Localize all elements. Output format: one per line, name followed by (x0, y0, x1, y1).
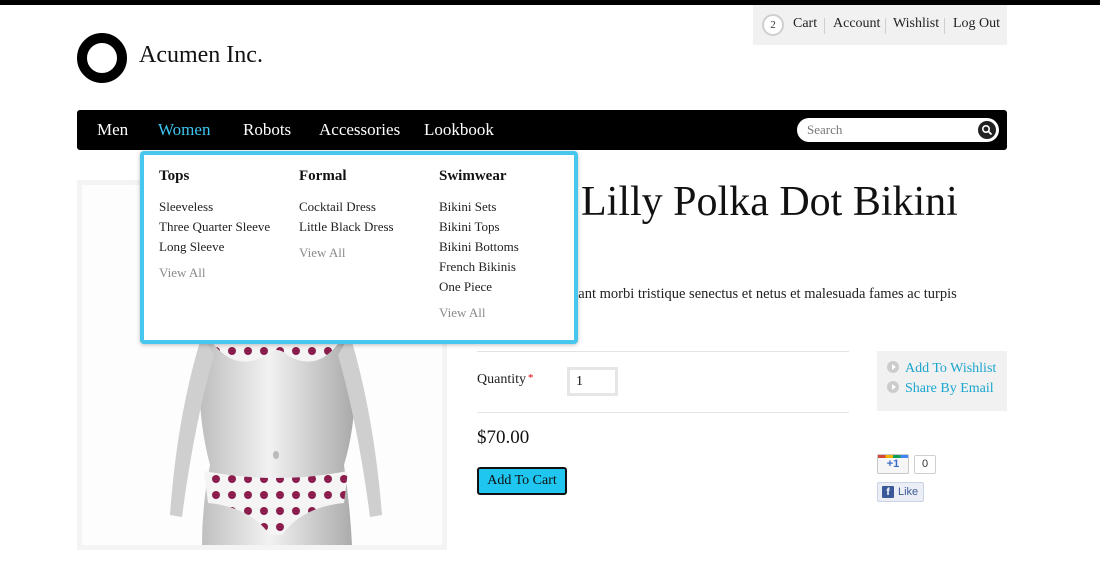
share-by-email-label: Share By Email (905, 381, 994, 396)
nav-item-men[interactable]: Men (97, 120, 128, 140)
play-circle-icon (887, 381, 899, 393)
account-link[interactable]: Account (833, 16, 880, 32)
product-price: $70.00 (477, 427, 530, 448)
wishlist-link[interactable]: Wishlist (893, 16, 939, 32)
menu-item-long-sleeve[interactable]: Long Sleeve (159, 237, 270, 257)
divider (477, 412, 849, 413)
menu-item-three-quarter-sleeve[interactable]: Three Quarter Sleeve (159, 217, 270, 237)
view-all-swimwear-link[interactable]: View All (439, 305, 519, 321)
dropdown-column-swimwear: Swimwear Bikini Sets Bikini Tops Bikini … (439, 168, 519, 321)
add-to-wishlist-label: Add To Wishlist (905, 361, 997, 376)
quantity-input[interactable] (567, 367, 618, 396)
brand-name[interactable]: Acumen Inc. (139, 42, 263, 69)
divider (477, 351, 849, 352)
utility-nav: 2 Cart Account Wishlist Log Out (753, 5, 1007, 45)
menu-item-little-black-dress[interactable]: Little Black Dress (299, 217, 394, 237)
nav-item-accessories[interactable]: Accessories (319, 120, 400, 140)
add-to-wishlist-link[interactable]: Add To Wishlist (887, 361, 996, 377)
quantity-label-text: Quantity (477, 372, 526, 387)
menu-item-sleeveless[interactable]: Sleeveless (159, 197, 270, 217)
google-plus-icon[interactable]: +1 (877, 454, 909, 474)
facebook-like-label: Like (898, 486, 919, 498)
menu-item-bikini-bottoms[interactable]: Bikini Bottoms (439, 237, 519, 257)
divider (885, 18, 886, 34)
view-all-tops-link[interactable]: View All (159, 265, 270, 281)
nav-item-women[interactable]: Women (158, 120, 210, 140)
dropdown-column-formal: Formal Cocktail Dress Little Black Dress… (299, 168, 394, 261)
logout-link[interactable]: Log Out (953, 16, 1000, 32)
quantity-label: Quantity * (477, 372, 534, 388)
required-mark: * (528, 372, 534, 384)
gplus-count: 0 (914, 455, 936, 474)
column-heading-swimwear[interactable]: Swimwear (439, 168, 519, 185)
nav-item-robots[interactable]: Robots (243, 120, 291, 140)
nav-item-lookbook[interactable]: Lookbook (424, 120, 494, 140)
menu-item-bikini-sets[interactable]: Bikini Sets (439, 197, 519, 217)
play-circle-icon (887, 361, 899, 373)
menu-item-one-piece[interactable]: One Piece (439, 277, 519, 297)
gplus-label: +1 (886, 458, 900, 470)
divider (824, 18, 825, 34)
divider (944, 18, 945, 34)
dropdown-column-tops: Tops Sleeveless Three Quarter Sleeve Lon… (159, 168, 270, 281)
search-input[interactable] (807, 121, 975, 139)
menu-item-bikini-tops[interactable]: Bikini Tops (439, 217, 519, 237)
women-dropdown-menu: Tops Sleeveless Three Quarter Sleeve Lon… (140, 151, 578, 344)
product-description: bitant morbi tristique senectus et netus… (563, 286, 957, 302)
logo-ring-icon[interactable] (77, 33, 127, 83)
facebook-like-button[interactable]: f Like (877, 482, 924, 502)
facebook-icon: f (882, 486, 894, 498)
add-to-cart-button[interactable]: Add To Cart (477, 467, 567, 495)
share-by-email-link[interactable]: Share By Email (887, 381, 994, 397)
product-title: Lilly Polka Dot Bikini (581, 179, 958, 225)
column-heading-tops[interactable]: Tops (159, 168, 270, 185)
search-icon[interactable] (978, 121, 996, 139)
product-actions-box: Add To Wishlist Share By Email (877, 351, 1007, 411)
search-box (797, 118, 999, 142)
cart-count-badge[interactable]: 2 (762, 14, 784, 36)
view-all-formal-link[interactable]: View All (299, 245, 394, 261)
cart-link[interactable]: Cart (793, 16, 817, 32)
menu-item-cocktail-dress[interactable]: Cocktail Dress (299, 197, 394, 217)
column-heading-formal[interactable]: Formal (299, 168, 394, 185)
menu-item-french-bikinis[interactable]: French Bikinis (439, 257, 519, 277)
